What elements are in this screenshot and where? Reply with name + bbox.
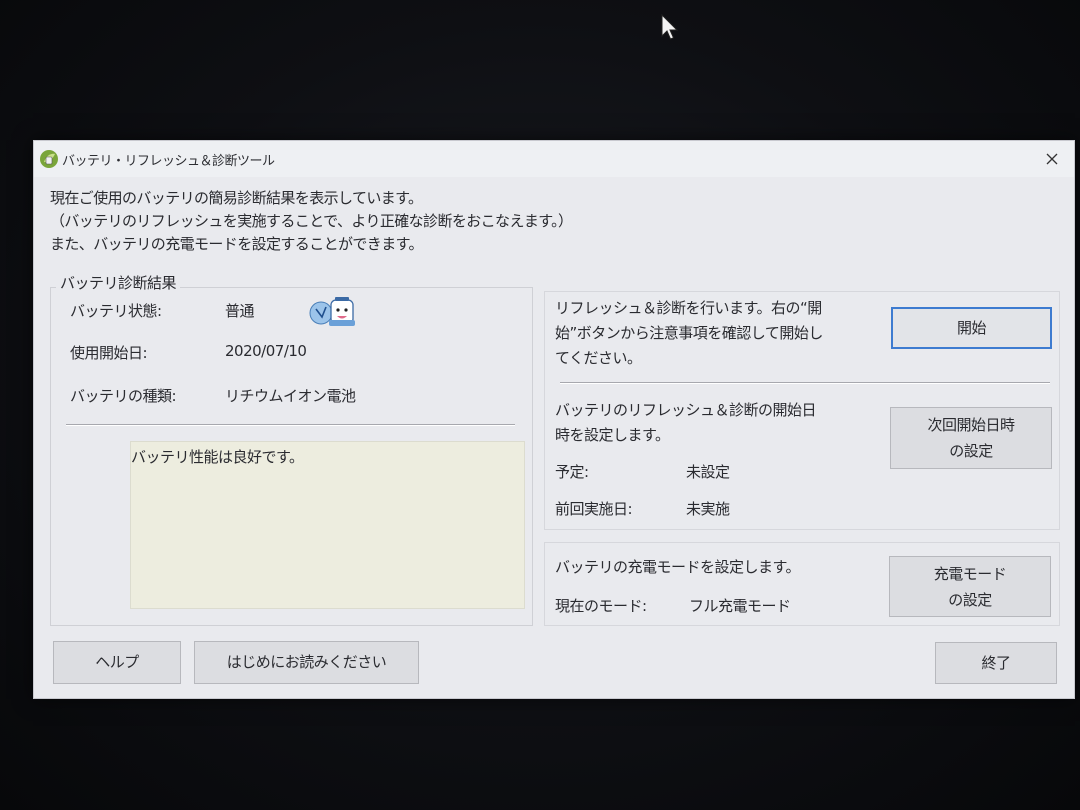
schedule-button-line-2: の設定: [949, 442, 993, 460]
mouse-cursor-icon: [661, 14, 679, 40]
intro-line-1: 現在ご使用のバッテリの簡易診断結果を表示しています。: [50, 189, 423, 207]
intro-text: 現在ご使用のバッテリの簡易診断結果を表示しています。 （バッテリのリフレッシュを…: [50, 187, 573, 256]
readme-button[interactable]: はじめにお読みください: [194, 641, 419, 684]
battery-character-icon: [309, 297, 355, 326]
schedule-description-line-2: 時を設定します。: [555, 426, 670, 444]
current-mode-value: フル充電モード: [689, 597, 791, 615]
schedule-description-line-1: バッテリのリフレッシュ＆診断の開始日: [555, 401, 817, 419]
battery-type-label: バッテリの種類:: [70, 387, 177, 405]
diagnosis-group-title: バッテリ診断結果: [56, 272, 181, 293]
current-mode-label: 現在のモード:: [555, 597, 647, 615]
schedule-button-line-1: 次回開始日時: [927, 416, 1015, 434]
intro-line-3: また、バッテリの充電モードを設定することができます。: [50, 235, 424, 253]
charge-mode-button-line-2: の設定: [948, 591, 992, 609]
refresh-description-line-2: 始”ボタンから注意事項を確認して開始し: [555, 324, 823, 342]
close-icon[interactable]: [1044, 151, 1060, 167]
app-battery-leaf-icon: [40, 150, 58, 168]
charge-mode-description: バッテリの充電モードを設定します。: [555, 558, 801, 576]
planned-value: 未設定: [686, 463, 730, 481]
exit-button[interactable]: 終了: [935, 642, 1057, 684]
schedule-description: バッテリのリフレッシュ＆診断の開始日 時を設定します。: [555, 398, 817, 448]
refresh-description: リフレッシュ＆診断を行います。右の“開 始”ボタンから注意事項を確認して開始し …: [555, 296, 823, 371]
battery-status-value: 普通: [225, 302, 255, 320]
start-refresh-button[interactable]: 開始: [891, 307, 1052, 349]
diagnosis-result-box: バッテリ性能は良好です。: [130, 441, 525, 609]
battery-tool-window: バッテリ・リフレッシュ＆診断ツール 現在ご使用のバッテリの簡易診断結果を表示して…: [33, 140, 1075, 699]
battery-type-value: リチウムイオン電池: [225, 387, 356, 405]
charge-mode-setting-button[interactable]: 充電モード の設定: [889, 556, 1051, 617]
battery-status-label: バッテリ状態:: [70, 302, 162, 320]
start-date-value: 2020/07/10: [225, 342, 307, 360]
intro-line-2: （バッテリのリフレッシュを実施することで、より正確な診断をおこなえます。）: [50, 212, 573, 230]
window-title: バッテリ・リフレッシュ＆診断ツール: [62, 154, 275, 169]
title-bar[interactable]: バッテリ・リフレッシュ＆診断ツール: [34, 141, 1074, 177]
last-run-label: 前回実施日:: [555, 500, 633, 518]
planned-label: 予定:: [555, 463, 589, 481]
refresh-description-line-1: リフレッシュ＆診断を行います。右の“開: [555, 299, 822, 317]
refresh-separator: [560, 382, 1050, 384]
charge-mode-button-line-1: 充電モード: [933, 565, 1007, 583]
diagnosis-result-text: バッテリ性能は良好です。: [131, 448, 304, 466]
diagnosis-separator: [66, 424, 515, 426]
help-button[interactable]: ヘルプ: [53, 641, 181, 684]
schedule-setting-button[interactable]: 次回開始日時 の設定: [890, 407, 1052, 469]
start-date-label: 使用開始日:: [70, 344, 148, 362]
desktop-screen: バッテリ・リフレッシュ＆診断ツール 現在ご使用のバッテリの簡易診断結果を表示して…: [0, 0, 1080, 810]
last-run-value: 未実施: [686, 500, 730, 518]
refresh-description-line-3: てください。: [555, 349, 642, 367]
